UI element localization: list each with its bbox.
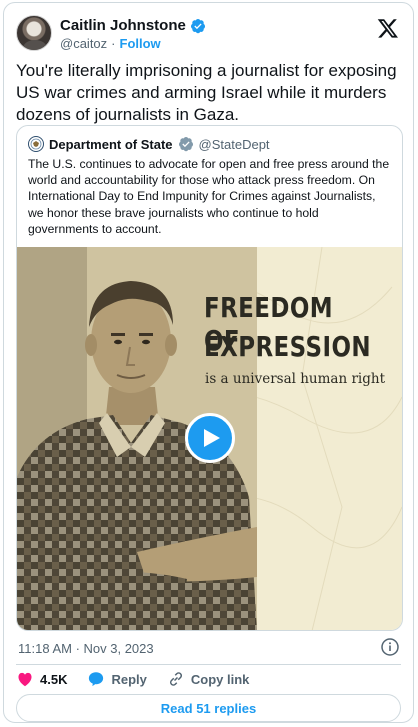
separator-dot: · <box>111 36 116 51</box>
info-icon[interactable] <box>381 638 399 656</box>
author-avatar[interactable] <box>16 15 52 51</box>
quoted-header: Department of State @StateDept <box>28 136 270 152</box>
follow-button[interactable]: Follow <box>120 36 161 51</box>
media-subheadline: is a universal human right <box>205 371 385 387</box>
media-headline-line2: EXPRESSION <box>204 330 371 363</box>
tweet-card: Caitlin Johnstone @caitoz · Follow You'r… <box>3 2 414 723</box>
state-seal-icon <box>28 136 44 152</box>
reply-label: Reply <box>111 671 147 687</box>
read-replies-button[interactable]: Read 51 replies <box>16 694 401 722</box>
link-icon <box>169 672 182 686</box>
like-count: 4.5K <box>40 671 68 687</box>
x-logo-icon[interactable] <box>377 17 399 39</box>
quoted-video[interactable]: FREEDOM OF EXPRESSION is a universal hum… <box>17 247 402 630</box>
author-handle-row: @caitoz · Follow <box>60 36 161 51</box>
verified-icon <box>178 137 193 152</box>
quoted-author-name[interactable]: Department of State <box>49 137 173 152</box>
play-icon <box>203 429 220 447</box>
copy-link-button[interactable]: Copy link <box>167 670 250 688</box>
author-handle[interactable]: @caitoz <box>60 36 107 51</box>
copy-link-label: Copy link <box>190 671 250 687</box>
quoted-author-handle[interactable]: @StateDept <box>199 137 270 152</box>
reply-button[interactable]: Reply <box>87 670 147 688</box>
divider <box>16 664 401 665</box>
like-button[interactable]: 4.5K <box>16 670 67 688</box>
verified-icon <box>190 18 205 33</box>
quoted-text: The U.S. continues to advocate for open … <box>28 157 390 236</box>
heart-icon <box>18 672 32 687</box>
tweet-header: Caitlin Johnstone @caitoz · Follow <box>16 15 401 55</box>
tweet-timestamp[interactable]: 11:18 AM · Nov 3, 2023 <box>18 641 154 656</box>
quoted-tweet[interactable]: Department of State @StateDept The U.S. … <box>16 125 403 631</box>
action-bar: 4.5K Reply Copy link <box>16 670 269 688</box>
tweet-text: You're literally imprisoning a journalis… <box>16 61 397 124</box>
play-button[interactable] <box>185 413 235 463</box>
author-name[interactable]: Caitlin Johnstone <box>60 17 186 34</box>
author-name-row: Caitlin Johnstone <box>60 17 206 34</box>
reply-icon <box>89 672 104 687</box>
